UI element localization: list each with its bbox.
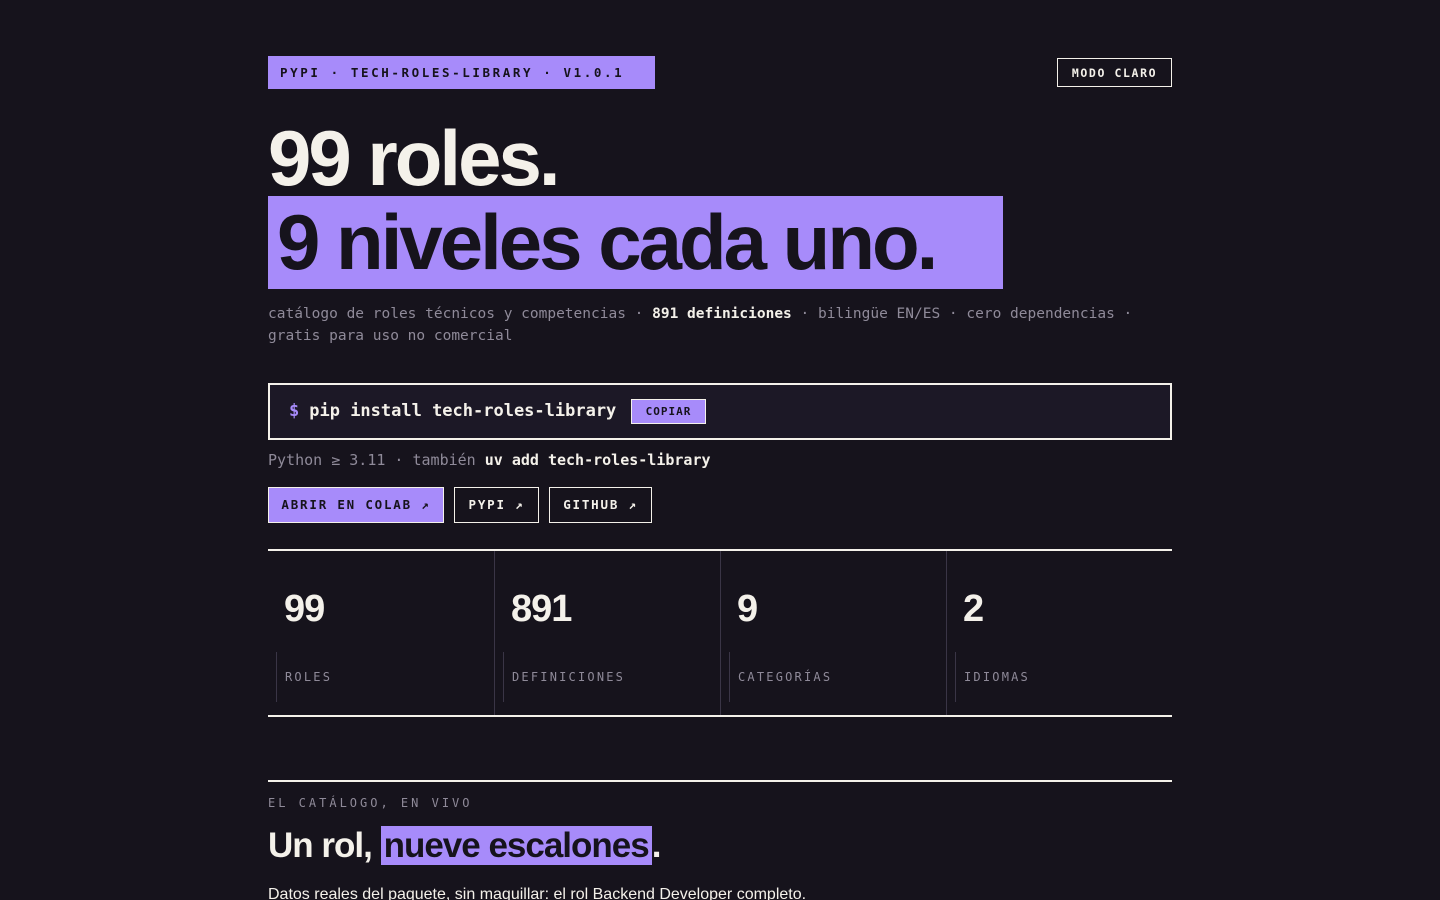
open-in-colab-button[interactable]: ABRIR EN COLAB ↗ — [268, 487, 444, 523]
pypi-link-button[interactable]: PYPI ↗ — [454, 487, 539, 523]
stat-value: 99 — [284, 588, 325, 630]
hero-title-line-1: 99 roles. — [268, 114, 561, 202]
stat-value: 9 — [737, 588, 758, 630]
github-link-button[interactable]: GITHUB ↗ — [549, 487, 652, 523]
install-command-text: pip install tech-roles-library — [309, 401, 617, 421]
stats-grid: 99 ROLES 891 DEFINICIONES 9 CATEGORÍAS 2… — [268, 549, 1172, 717]
stat-value: 2 — [963, 588, 984, 630]
stat-label: CATEGORÍAS — [729, 652, 832, 702]
stat-label: IDIOMAS — [955, 652, 1030, 702]
stat-label: ROLES — [276, 652, 332, 702]
catalog-description: Datos reales del paquete, sin maquillar:… — [268, 886, 807, 900]
package-badge: PYPI · TECH-ROLES-LIBRARY · V1.0.1 — [268, 56, 655, 89]
stat-categories: 9 CATEGORÍAS — [720, 551, 946, 715]
subtitle-text-1: catálogo de roles técnicos y competencia… — [268, 306, 653, 322]
install-command-box: $ pip install tech-roles-library COPIAR — [268, 383, 1172, 440]
shell-prompt: $ — [289, 401, 300, 421]
copy-button[interactable]: COPIAR — [631, 399, 706, 424]
top-bar: PYPI · TECH-ROLES-LIBRARY · V1.0.1 MODO … — [268, 56, 1172, 89]
hero-subtitle: catálogo de roles técnicos y competencia… — [268, 303, 1172, 347]
catalog-title-highlight: nueve escalones — [380, 826, 652, 865]
stat-label: DEFINICIONES — [503, 652, 625, 702]
stat-definitions: 891 DEFINICIONES — [494, 551, 720, 715]
hero-title-line-2: 9 niveles cada uno. — [268, 196, 1003, 289]
section-divider — [268, 780, 1172, 782]
requirements-line: Python ≥ 3.11 · también uv add tech-role… — [268, 450, 711, 470]
install-command[interactable]: $ pip install tech-roles-library — [289, 401, 616, 421]
uv-command: uv add tech-roles-library — [484, 451, 711, 469]
catalog-title-end: . — [651, 826, 662, 865]
stat-value: 891 — [511, 588, 572, 630]
subtitle-definitions-count: 891 definiciones — [652, 306, 792, 322]
catalog-title: Un rol, nueve escalones. — [268, 824, 662, 868]
catalog-title-start: Un rol, — [268, 826, 381, 865]
python-requirement: Python ≥ 3.11 · también — [268, 451, 485, 469]
catalog-eyebrow: EL CATÁLOGO, EN VIVO — [268, 796, 473, 810]
stat-languages: 2 IDIOMAS — [946, 551, 1172, 715]
stat-roles: 99 ROLES — [268, 551, 494, 715]
light-mode-toggle-button[interactable]: MODO CLARO — [1057, 58, 1172, 87]
